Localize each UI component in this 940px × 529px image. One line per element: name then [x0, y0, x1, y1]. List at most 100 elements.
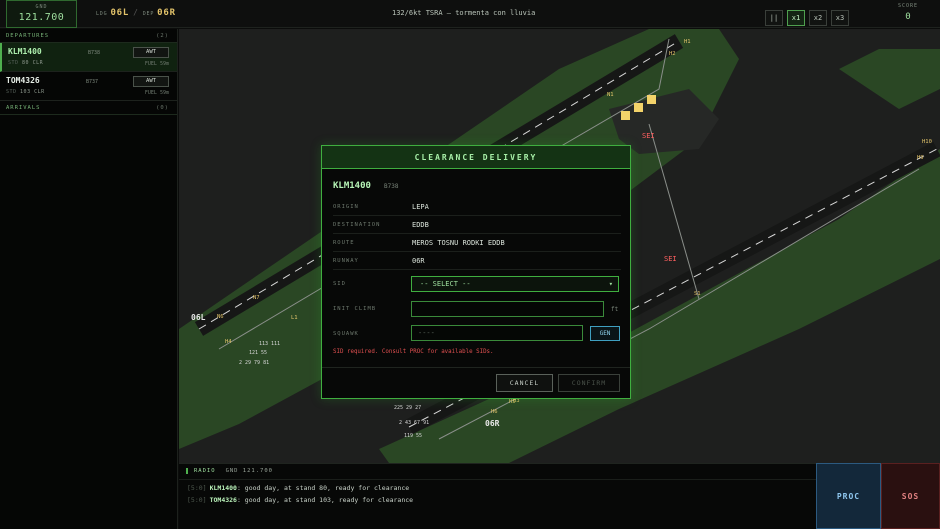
radio-log: RADIO GND 121.700 [5:0] KLM1400: good day,… [179, 463, 816, 529]
sid-select-value: -- SELECT -- [420, 280, 471, 288]
proc-button[interactable]: PROC [816, 463, 881, 529]
flight-strips-panel: DEPARTURES (2) KLM1400 B738 STD 80 CLR A… [0, 29, 178, 529]
runway-config: LDG 06L / DEP 06R [96, 8, 176, 18]
sei-marker[interactable]: SEI [664, 255, 677, 263]
sei-marker[interactable]: SEI [642, 132, 655, 140]
dialog-title: CLEARANCE DELIVERY [322, 146, 630, 169]
departures-count: (2) [156, 33, 169, 39]
sim-speed-controls: || x1 x2 x3 [765, 5, 853, 26]
arrivals-count: (0) [156, 105, 169, 111]
runway-label: RUNWAY [333, 258, 359, 264]
init-climb-input[interactable] [411, 301, 604, 317]
strip-status-badge[interactable]: AWT [133, 47, 169, 58]
svg-text:2 29 79 81: 2 29 79 81 [239, 360, 269, 366]
runway-value: 06R [412, 257, 425, 265]
clearance-dialog: CLEARANCE DELIVERY KLM1400 B738 ORIGIN L… [321, 145, 631, 399]
taxiway-label: L1 [291, 315, 298, 321]
svg-text:121 55: 121 55 [249, 350, 267, 356]
message-text: : good day, at stand 80, ready for clear… [236, 484, 410, 492]
speed-x3-button[interactable]: x3 [831, 10, 849, 26]
radio-title: RADIO [194, 468, 216, 474]
taxiway-label: N6 [217, 314, 224, 320]
radio-message: [5:0] KLM1400: good day, at stand 80, rea… [187, 484, 409, 492]
squawk-input[interactable]: ---- [411, 325, 583, 341]
taxiway-label: N1 [607, 92, 614, 98]
arrivals-header[interactable]: ARRIVALS (0) [0, 101, 177, 115]
squawk-label: SQUAWK [333, 331, 359, 337]
taxiway-label: H1 [684, 39, 691, 45]
dialog-aircraft-type: B738 [384, 183, 399, 190]
taxiway-label: H10 [922, 139, 932, 145]
dep-label: DEP [142, 11, 155, 17]
radio-message: [5:0] TOM4326: good day, at stand 103, re… [187, 496, 413, 504]
frequency-value: 121.700 [18, 12, 65, 23]
frequency-display[interactable]: GND 121.700 [6, 0, 77, 28]
score-display: SCORE 0 [888, 3, 928, 22]
gate [647, 95, 656, 104]
runway-label: 06L [191, 313, 206, 322]
message-time: [5:0] [187, 496, 207, 504]
dialog-callsign: KLM1400 [333, 181, 371, 191]
taxiway-label: N7 [253, 295, 260, 301]
departures-header[interactable]: DEPARTURES (2) [0, 29, 177, 43]
confirm-button[interactable]: CONFIRM [558, 374, 620, 392]
validation-error: SID required. Consult PROC for available… [333, 349, 494, 355]
speed-x1-button[interactable]: x1 [787, 10, 805, 26]
generate-squawk-button[interactable]: GEN [590, 326, 620, 341]
taxiway-label: S1 [694, 291, 701, 297]
top-bar: GND 121.700 LDG 06L / DEP 06R 132/6kt TSRA —… [0, 0, 940, 28]
svg-text:2 43 67 91: 2 43 67 91 [399, 420, 429, 426]
gate [634, 103, 643, 112]
strip-status-badge[interactable]: AWT [133, 76, 169, 87]
sid-select[interactable]: -- SELECT -- ▾ [411, 276, 619, 292]
radio-header: RADIO GND 121.700 [186, 468, 273, 474]
pause-button[interactable]: || [765, 10, 783, 26]
ldg-label: LDG [96, 11, 108, 17]
message-text: : good day, at stand 103, ready for clea… [236, 496, 414, 504]
sos-button[interactable]: SOS [881, 463, 940, 529]
dep-runway: 06R [157, 8, 176, 18]
weather-metar: 132/6kt TSRA — tormenta con lluvia [392, 9, 536, 17]
destination-row: DESTINATION EDDB [333, 217, 621, 234]
destination-value: EDDB [412, 221, 429, 229]
taxiway-label: H4 [225, 339, 232, 345]
taxiway-label: H6 [491, 409, 498, 415]
route-row: ROUTE MEROS TOSNU RODKI EDDB [333, 235, 621, 252]
runway-label: 06R [485, 419, 500, 428]
score-value: 0 [905, 12, 911, 22]
svg-text:119 55: 119 55 [404, 433, 422, 439]
frequency-label: GND [35, 4, 48, 10]
radio-frequency: GND 121.700 [225, 468, 273, 474]
origin-row: ORIGIN LEPA [333, 199, 621, 216]
grass-area [839, 49, 940, 109]
strip-fuel: FUEL 59m [144, 61, 169, 67]
message-callsign: KLM1400 [209, 484, 237, 492]
taxiway-label: H9 [917, 155, 924, 161]
origin-value: LEPA [412, 203, 429, 211]
strip-fuel: FUEL 59m [144, 90, 169, 96]
runway-row: RUNWAY 06R [333, 253, 621, 270]
init-climb-label: INIT CLIMB [333, 306, 377, 312]
destination-label: DESTINATION [333, 222, 381, 228]
ldg-runway: 06L [110, 8, 130, 18]
arrivals-title: ARRIVALS [6, 105, 41, 111]
flight-strip[interactable]: KLM1400 B738 STD 80 CLR AWT FUEL 59m [0, 43, 177, 72]
climb-unit: ft [611, 306, 619, 313]
dialog-divider [322, 367, 630, 368]
message-time: [5:0] [187, 484, 207, 492]
radio-divider [179, 479, 816, 480]
svg-text:113 111: 113 111 [259, 341, 280, 347]
cancel-button[interactable]: CANCEL [496, 374, 553, 392]
departures-title: DEPARTURES [6, 33, 50, 39]
speed-x2-button[interactable]: x2 [809, 10, 827, 26]
score-label: SCORE [897, 3, 919, 9]
gate [621, 111, 630, 120]
strip-aircraft-type: B738 [88, 50, 101, 56]
route-value: MEROS TOSNU RODKI EDDB [412, 239, 505, 247]
flight-strip[interactable]: TOM4326 B737 STD 103 CLR AWT FUEL 59m [0, 72, 177, 101]
taxiway-label: H2 [669, 51, 676, 57]
route-label: ROUTE [333, 240, 355, 246]
message-callsign: TOM4326 [209, 496, 237, 504]
svg-text:225 29 27: 225 29 27 [394, 405, 421, 411]
strip-aircraft-type: B737 [86, 79, 99, 85]
